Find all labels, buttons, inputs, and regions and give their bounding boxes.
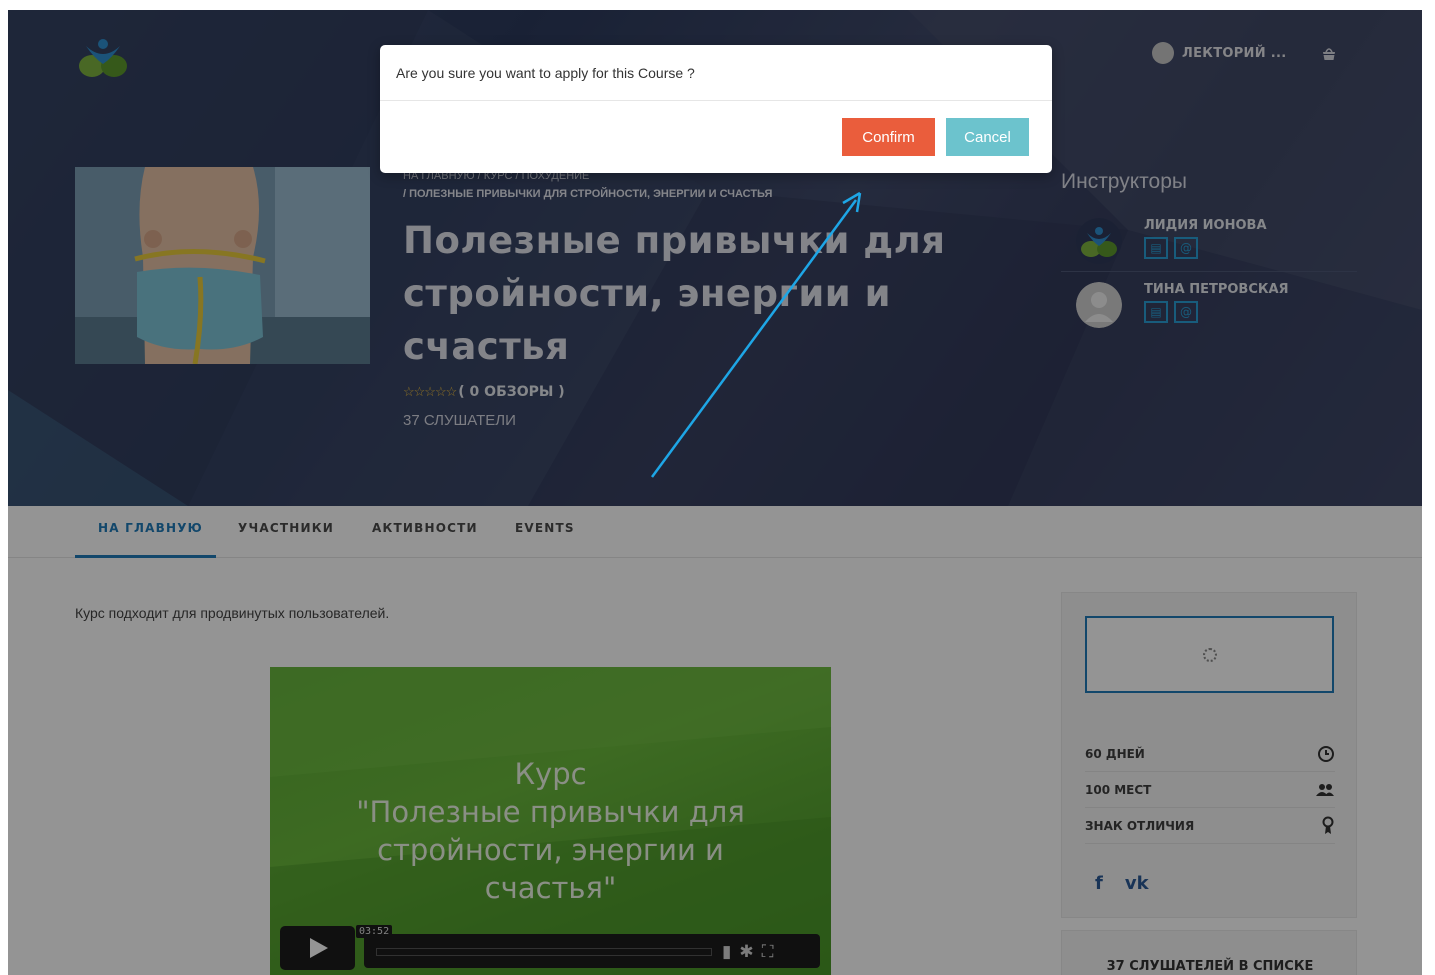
- dialog-divider: [380, 100, 1052, 101]
- cancel-button[interactable]: Cancel: [946, 118, 1029, 156]
- confirm-dialog: Are you sure you want to apply for this …: [380, 45, 1052, 173]
- dialog-message: Are you sure you want to apply for this …: [396, 65, 695, 81]
- confirm-button[interactable]: Confirm: [842, 118, 935, 156]
